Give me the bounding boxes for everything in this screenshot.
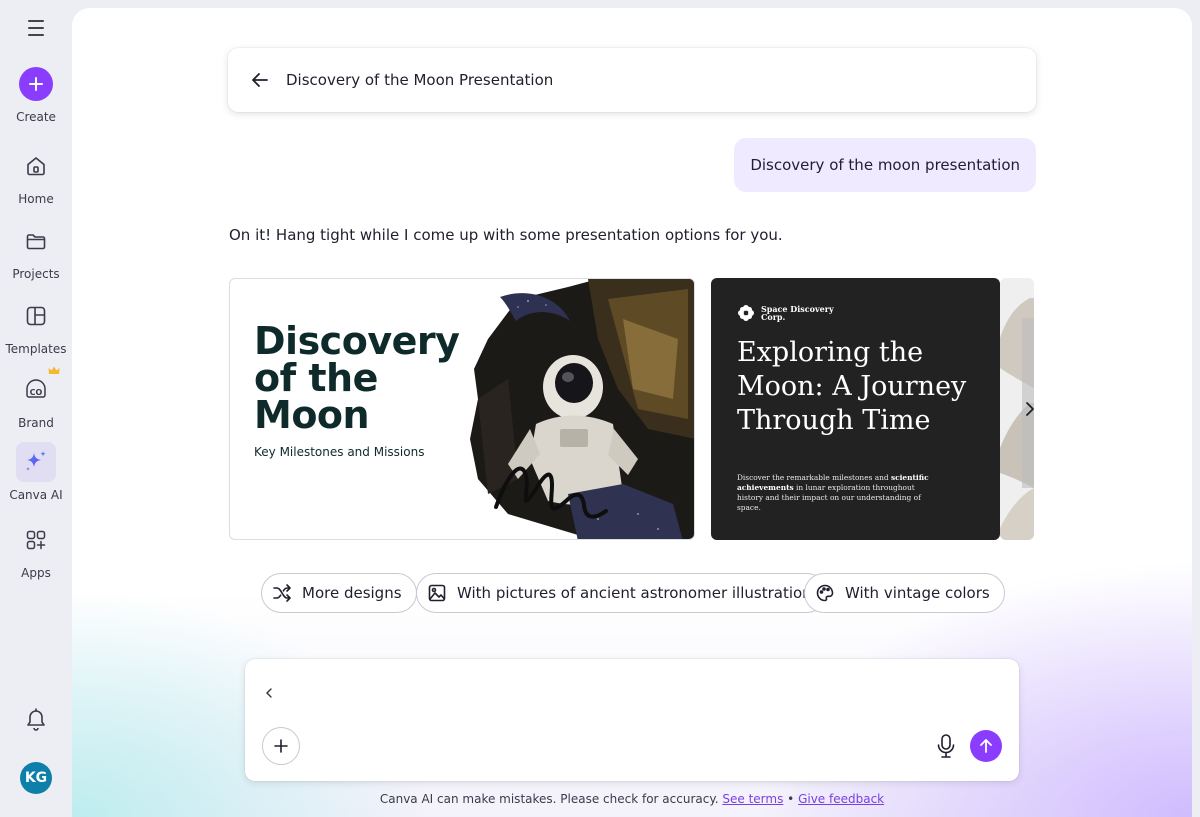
sidebar-item-label: Create xyxy=(16,110,56,124)
palette-icon xyxy=(816,584,834,602)
sidebar-item-canva-ai[interactable]: Canva AI xyxy=(0,442,72,502)
sparkles-icon xyxy=(16,442,56,482)
main-panel: Discovery of the Moon Presentation Disco… xyxy=(72,8,1192,817)
design-2-body: Discover the remarkable milestones and s… xyxy=(737,473,929,512)
send-button[interactable] xyxy=(970,730,1002,762)
see-terms-link[interactable]: See terms xyxy=(722,792,783,806)
chevron-left-icon[interactable] xyxy=(265,687,273,699)
plus-icon xyxy=(274,739,288,753)
sidebar-item-label: Templates xyxy=(5,342,67,356)
svg-text:CO: CO xyxy=(30,388,43,397)
prompt-input[interactable] xyxy=(295,681,945,705)
arrow-up-icon xyxy=(980,739,992,753)
sidebar-item-projects[interactable]: Projects xyxy=(0,221,72,281)
design-card-2[interactable]: Space Discovery Corp. Exploring the Moon… xyxy=(711,278,1000,540)
prompt-composer xyxy=(245,659,1019,781)
sidebar-item-label: Home xyxy=(18,192,54,206)
sidebar-item-templates[interactable]: Templates xyxy=(0,296,72,356)
back-arrow-icon[interactable] xyxy=(250,70,270,90)
suggestion-ancient-astronomer[interactable]: With pictures of ancient astronomer illu… xyxy=(416,573,827,613)
bell-icon[interactable] xyxy=(24,706,48,732)
sidebar-item-brand[interactable]: CO Brand xyxy=(0,366,72,430)
design-2-title: Exploring the Moon: A Journey Through Ti… xyxy=(737,337,967,436)
sidebar-item-home[interactable]: Home xyxy=(0,146,72,206)
avatar[interactable]: KG xyxy=(20,762,52,794)
home-icon xyxy=(16,146,56,186)
add-attachment-button[interactable] xyxy=(262,727,300,765)
sidebar-item-apps[interactable]: Apps xyxy=(0,520,72,580)
design-1-title: Discovery of the Moon xyxy=(254,319,460,437)
suggestion-more-designs[interactable]: More designs xyxy=(261,573,417,613)
user-message: Discovery of the moon presentation xyxy=(734,138,1036,192)
sidebar-item-label: Projects xyxy=(12,267,60,281)
plus-icon xyxy=(19,67,53,101)
flower-logo-icon xyxy=(738,305,754,321)
give-feedback-link[interactable]: Give feedback xyxy=(798,792,884,806)
sidebar-item-create[interactable]: Create xyxy=(0,64,72,124)
sidebar: Create Home Projects Templates CO Brand … xyxy=(0,0,72,817)
templates-icon xyxy=(16,296,56,336)
brand-icon: CO xyxy=(16,366,60,410)
sidebar-item-label: Brand xyxy=(18,416,54,430)
sidebar-item-label: Apps xyxy=(21,566,51,580)
suggestion-vintage-colors[interactable]: With vintage colors xyxy=(804,573,1005,613)
space-corp-logo: Space Discovery Corp. xyxy=(737,304,834,322)
assistant-message: On it! Hang tight while I come up with s… xyxy=(229,226,783,244)
design-1-subtitle: Key Milestones and Missions xyxy=(254,445,425,459)
shuffle-icon xyxy=(273,584,291,602)
menu-icon[interactable] xyxy=(22,14,50,42)
crown-icon xyxy=(48,366,60,374)
ai-disclaimer: Canva AI can make mistakes. Please check… xyxy=(379,792,885,806)
folder-icon xyxy=(16,221,56,261)
title-bar: Discovery of the Moon Presentation xyxy=(228,48,1036,112)
microphone-icon[interactable] xyxy=(935,733,957,759)
sidebar-item-label: Canva AI xyxy=(9,488,63,502)
chevron-right-icon[interactable] xyxy=(1024,400,1036,418)
design-card-1[interactable]: Discovery of the Moon Key Milestones and… xyxy=(229,278,695,540)
apps-icon xyxy=(16,520,56,560)
image-icon xyxy=(428,584,446,602)
page-title: Discovery of the Moon Presentation xyxy=(286,71,554,89)
astronaut-collage-image xyxy=(470,279,694,539)
